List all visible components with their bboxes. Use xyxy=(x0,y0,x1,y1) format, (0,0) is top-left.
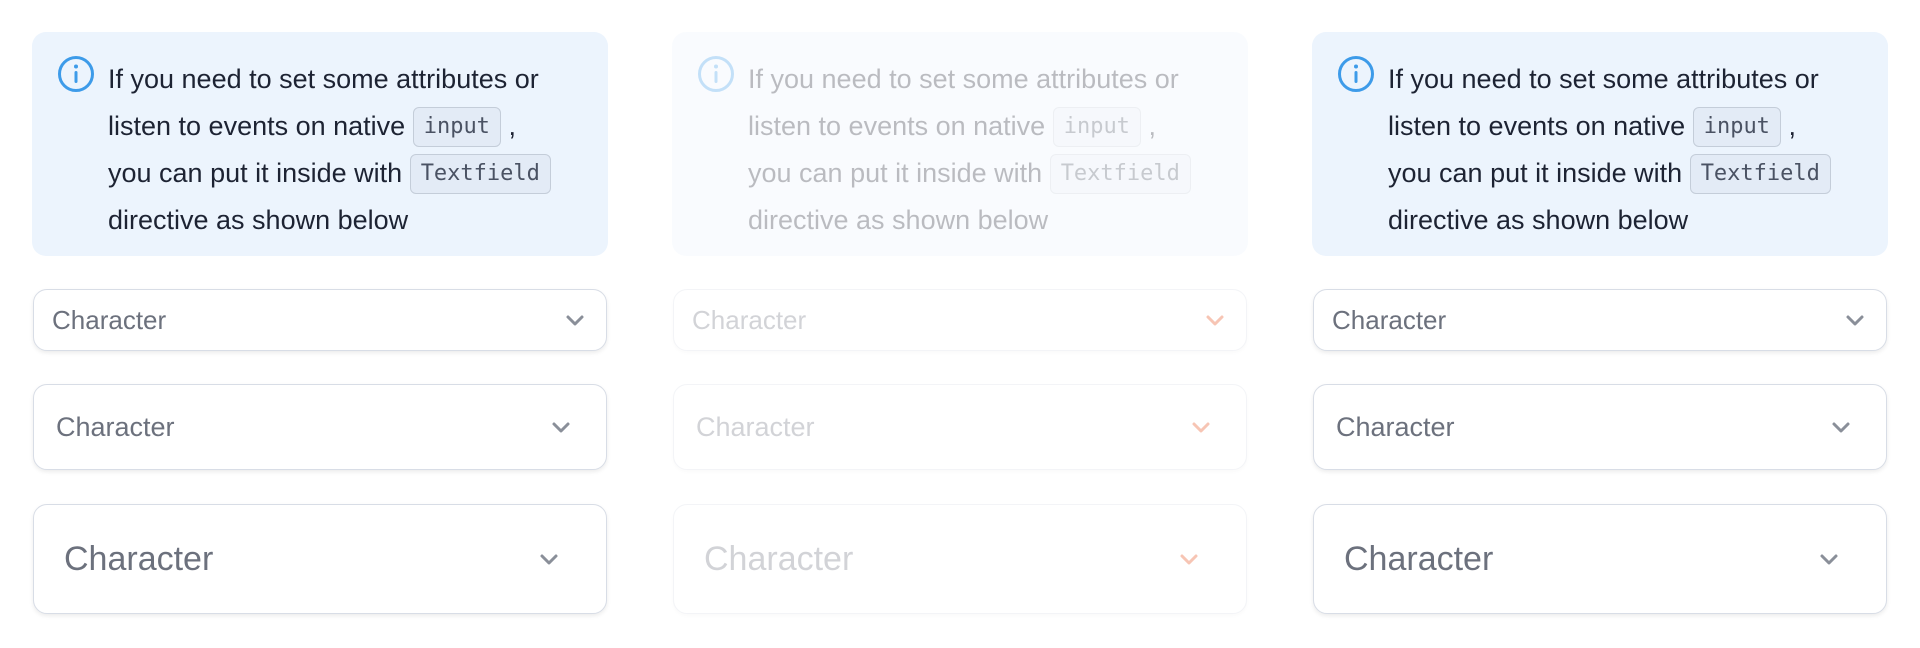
info-line-2-suffix: , xyxy=(508,111,516,141)
select-label: Character xyxy=(52,304,167,335)
info-line-3: you can put it inside with xyxy=(108,158,403,188)
select-small[interactable]: Character xyxy=(33,289,607,351)
info-line-3: you can put it inside with xyxy=(1388,158,1683,188)
chevron-down-icon xyxy=(1206,315,1224,326)
info-notice: If you need to set some attributes or li… xyxy=(32,32,608,256)
column-disabled-middle: If you need to set some attributes or li… xyxy=(640,0,1280,648)
info-line-2: listen to events on native xyxy=(748,111,1046,141)
chevron-down-icon xyxy=(566,315,584,326)
select-label: Character xyxy=(704,539,854,578)
info-line-4: directive as shown below xyxy=(108,205,409,235)
select-label: Character xyxy=(692,304,807,335)
info-line-4: directive as shown below xyxy=(748,205,1049,235)
code-input: input xyxy=(1692,107,1781,147)
select-large[interactable]: Character xyxy=(1313,504,1887,614)
chevron-down-icon xyxy=(1192,422,1210,433)
info-line-2: listen to events on native xyxy=(108,111,406,141)
select-large-disabled: Character xyxy=(673,504,1247,614)
select-label: Character xyxy=(1336,411,1455,442)
info-line-1: If you need to set some attributes or xyxy=(748,64,1179,94)
info-line-3: you can put it inside with xyxy=(748,158,1043,188)
info-line-4: directive as shown below xyxy=(1388,205,1689,235)
info-line-1: If you need to set some attributes or xyxy=(108,64,539,94)
select-medium[interactable]: Character xyxy=(33,384,607,470)
select-small-disabled: Character xyxy=(673,289,1247,351)
select-medium[interactable]: Character xyxy=(1313,384,1887,470)
column-default-left: If you need to set some attributes or li… xyxy=(0,0,640,648)
code-textfield: Textfield xyxy=(1689,154,1831,194)
info-circle-icon xyxy=(698,56,734,92)
select-small[interactable]: Character xyxy=(1313,289,1887,351)
chevron-down-icon xyxy=(1180,554,1198,565)
select-label: Character xyxy=(64,539,214,578)
select-large[interactable]: Character xyxy=(33,504,607,614)
select-medium-disabled: Character xyxy=(673,384,1247,470)
chevron-down-icon xyxy=(1820,554,1838,565)
code-input: input xyxy=(1052,107,1141,147)
info-text: If you need to set some attributes or li… xyxy=(1388,56,1864,244)
info-circle-icon xyxy=(58,56,94,92)
chevron-down-icon xyxy=(1846,315,1864,326)
info-circle-icon xyxy=(1338,56,1374,92)
select-label: Character xyxy=(696,411,815,442)
select-label: Character xyxy=(56,411,175,442)
info-line-2: listen to events on native xyxy=(1388,111,1686,141)
code-textfield: Textfield xyxy=(409,154,551,194)
chevron-down-icon xyxy=(552,422,570,433)
select-label: Character xyxy=(1344,539,1494,578)
code-textfield: Textfield xyxy=(1049,154,1191,194)
info-line-2-suffix: , xyxy=(1788,111,1796,141)
chevron-down-icon xyxy=(540,554,558,565)
code-input: input xyxy=(412,107,501,147)
info-line-2-suffix: , xyxy=(1148,111,1156,141)
select-label: Character xyxy=(1332,304,1447,335)
info-notice: If you need to set some attributes or li… xyxy=(1312,32,1888,256)
chevron-down-icon xyxy=(1832,422,1850,433)
info-text: If you need to set some attributes or li… xyxy=(108,56,584,244)
info-notice: If you need to set some attributes or li… xyxy=(672,32,1248,256)
info-line-1: If you need to set some attributes or xyxy=(1388,64,1819,94)
info-text: If you need to set some attributes or li… xyxy=(748,56,1224,244)
column-default-right: If you need to set some attributes or li… xyxy=(1280,0,1920,648)
